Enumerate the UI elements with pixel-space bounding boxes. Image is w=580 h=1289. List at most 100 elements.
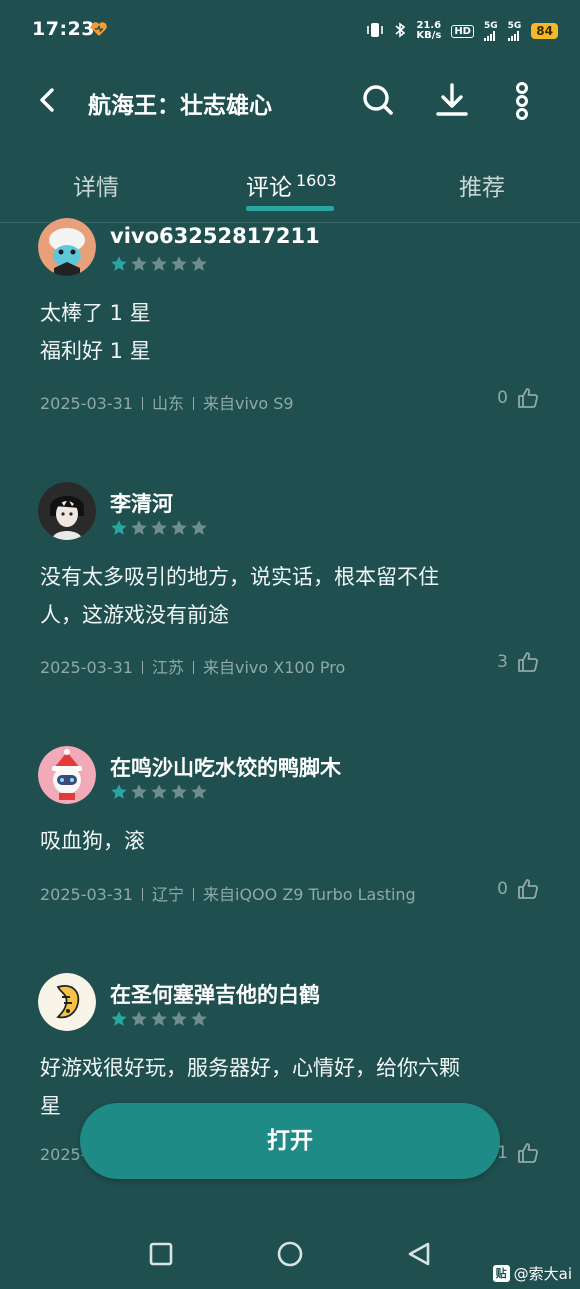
avatar[interactable] (38, 746, 96, 804)
triangle-back-icon (408, 1242, 430, 1266)
review-location: 山东 (151, 394, 184, 413)
review-username[interactable]: vivo63252817211 (110, 224, 320, 248)
network-speed: 21.6 KB/s (416, 21, 441, 41)
square-recents-icon (149, 1242, 173, 1266)
star-empty-icon (151, 784, 167, 799)
star-empty-icon (171, 1011, 187, 1026)
home-button[interactable] (275, 1239, 305, 1269)
review-device: 来自iQOO Z9 Turbo Lasting (203, 885, 416, 904)
circle-home-icon (277, 1241, 303, 1267)
search-button[interactable] (358, 80, 398, 120)
review-username[interactable]: 在鸣沙山吃水饺的鸭脚木 (110, 752, 341, 782)
review-date: 2025- (40, 1145, 87, 1164)
system-nav-bar: 贴 @索大ai (0, 1215, 580, 1289)
app-header: 航海王：壮志雄心 (0, 62, 580, 142)
battery-indicator: 84 (531, 23, 558, 39)
avatar[interactable] (38, 973, 96, 1031)
comment-count: 1603 (296, 171, 337, 191)
status-bar: 17:23 21.6 KB/s HD 5G 5G 84 (0, 0, 580, 60)
star-empty-icon (131, 1011, 147, 1026)
star-empty-icon (191, 1011, 207, 1026)
review-meta: 2025-03-31 辽宁 来自iQOO Z9 Turbo Lasting (40, 881, 416, 905)
review-device: 来自vivo X100 Pro (203, 658, 346, 677)
like-count: 0 (497, 879, 508, 899)
search-icon (363, 85, 393, 115)
star-rating (110, 1010, 208, 1028)
star-empty-icon (151, 256, 167, 271)
star-empty-icon (171, 256, 187, 271)
like-button[interactable]: 0 (497, 877, 540, 901)
more-button[interactable] (504, 80, 544, 120)
tab-details[interactable]: 详情 (73, 168, 119, 202)
star-empty-icon (151, 520, 167, 535)
hd-badge: HD (451, 24, 474, 38)
back-button[interactable] (30, 82, 66, 118)
back-arrow-icon (40, 88, 54, 112)
health-heart-icon (90, 20, 108, 38)
review-username[interactable]: 在圣何塞弹吉他的白鹤 (110, 979, 320, 1009)
star-filled-icon (111, 1011, 127, 1026)
star-empty-icon (151, 1011, 167, 1026)
review-date: 2025-03-31 (40, 658, 133, 677)
like-button[interactable]: 3 (497, 650, 540, 674)
page-title: 航海王：壮志雄心 (88, 93, 272, 119)
review-meta: 2025-03-31 山东 来自vivo S9 (40, 390, 294, 414)
tab-label: 详情 (73, 175, 119, 201)
star-empty-icon (191, 520, 207, 535)
avatar[interactable] (38, 482, 96, 540)
back-nav-button[interactable] (404, 1239, 434, 1269)
network-type-1: 5G (483, 21, 498, 31)
review-date: 2025-03-31 (40, 885, 133, 904)
network-type-2: 5G (507, 21, 522, 31)
avatar[interactable] (38, 218, 96, 276)
review-meta: 2025- (40, 1145, 87, 1164)
star-empty-icon (131, 784, 147, 799)
star-empty-icon (131, 520, 147, 535)
like-count: 0 (497, 388, 508, 408)
star-filled-icon (111, 520, 127, 535)
like-count: 3 (497, 652, 508, 672)
signal-sim2: 5G (507, 21, 522, 41)
thumbs-up-icon (518, 652, 538, 672)
status-indicators: 21.6 KB/s HD 5G 5G 84 (366, 18, 558, 44)
star-filled-icon (111, 784, 127, 799)
signal-sim1: 5G (483, 21, 498, 41)
review-username[interactable]: 李清河 (110, 488, 173, 518)
review-text-line: 吸血狗，滚 (40, 829, 145, 853)
review-device: 来自vivo S9 (203, 394, 294, 413)
review-text: 太棒了 1 星 福利好 1 星 (40, 294, 540, 370)
star-filled-icon (111, 256, 127, 271)
star-empty-icon (171, 784, 187, 799)
app-page: 17:23 21.6 KB/s HD 5G 5G 84 航海王：壮志雄心 详情 … (0, 0, 580, 1289)
active-tab-indicator (246, 206, 334, 211)
tab-label: 评论 (246, 175, 292, 201)
review-text: 没有太多吸引的地方，说实话，根本留不住 人，这游戏没有前途 (40, 558, 540, 634)
open-app-button[interactable]: 打开 (80, 1103, 500, 1179)
download-icon (436, 83, 468, 116)
review-text-line: 福利好 1 星 (40, 339, 151, 363)
more-vertical-icon (516, 82, 528, 120)
thumbs-up-icon (518, 1143, 538, 1163)
tab-label: 推荐 (459, 175, 505, 201)
review-meta: 2025-03-31 江苏 来自vivo X100 Pro (40, 654, 345, 678)
tab-comments[interactable]: 评论 1603 (246, 168, 337, 202)
star-empty-icon (191, 256, 207, 271)
review-text: 吸血狗，滚 (40, 822, 540, 860)
star-empty-icon (171, 520, 187, 535)
star-empty-icon (131, 256, 147, 271)
watermark-text: @索大ai (513, 1265, 572, 1283)
tab-recommend[interactable]: 推荐 (459, 168, 505, 202)
signal-bars-icon (483, 31, 495, 41)
bluetooth-icon (394, 21, 406, 41)
like-button[interactable]: 1 (497, 1141, 540, 1165)
recents-button[interactable] (146, 1239, 176, 1269)
star-rating (110, 255, 208, 273)
star-rating (110, 519, 208, 537)
review-date: 2025-03-31 (40, 394, 133, 413)
star-rating (110, 783, 208, 801)
thumbs-up-icon (518, 879, 538, 899)
star-empty-icon (191, 784, 207, 799)
speed-unit: KB/s (416, 30, 442, 41)
download-button[interactable] (432, 80, 472, 120)
like-button[interactable]: 0 (497, 386, 540, 410)
